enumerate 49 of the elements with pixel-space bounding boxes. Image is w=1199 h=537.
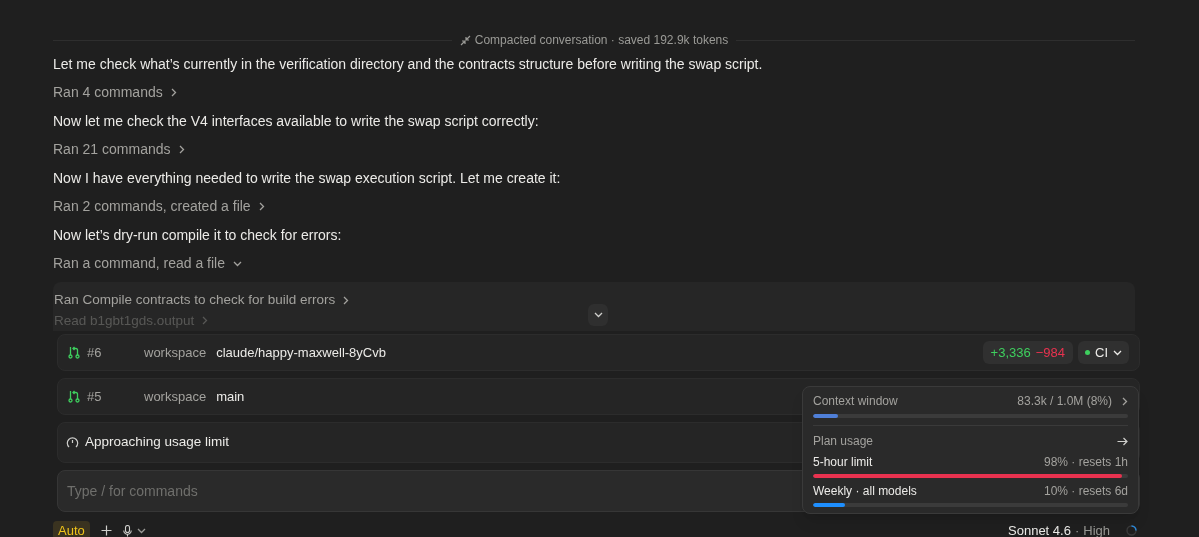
scroll-down-button[interactable] <box>588 304 608 326</box>
context-reading: 83.3k / 1.0M (8%) <box>1017 393 1112 410</box>
chevron-right-icon <box>1122 396 1128 406</box>
tool-summary-link[interactable]: Ran 2 commands, created a file <box>53 192 265 221</box>
compaction-note: Compacted conversation · saved 192.9k tokens <box>474 32 729 49</box>
tool-summary-link[interactable]: Ran 4 commands <box>53 78 177 107</box>
pr-label: workspace <box>144 387 207 406</box>
tool-summary-link[interactable]: Ran a command, read a file <box>53 249 242 278</box>
gauge-icon <box>66 436 79 449</box>
diff-stats: +3,336 −984 <box>982 341 1073 364</box>
pr-label: workspace <box>144 343 207 362</box>
branch-name: main <box>216 387 245 406</box>
pull-request-card[interactable]: #6 workspace claude/happy-maxwell-8yCvb +3,336 −984 CI <box>57 334 1140 371</box>
arrow-right-icon[interactable] <box>1117 436 1128 446</box>
tool-summary-link[interactable]: Ran 21 commands <box>53 135 185 164</box>
chevron-down-icon <box>233 260 242 267</box>
message-text: Now let’s dry-run compile it to check for errors: <box>53 226 343 245</box>
chevron-down-icon <box>136 527 146 534</box>
mode-button[interactable]: Auto <box>53 521 90 537</box>
collapse-arrows-icon <box>459 34 471 46</box>
plan-usage-label: Plan usage <box>813 433 874 450</box>
branch-name: claude/happy-maxwell-8yCvb <box>216 343 386 362</box>
chevron-down-icon <box>593 312 603 318</box>
tool-detail-link[interactable]: Ran Compile contracts to check for build errors <box>54 290 350 311</box>
limit-reading: 10% · resets 6d <box>1043 483 1128 500</box>
microphone-button[interactable] <box>122 524 146 537</box>
limit-label: 5-hour limit <box>813 454 873 471</box>
message-text: Now let me check the V4 interfaces available to write the swap script correctly: <box>53 112 540 131</box>
context-details-button[interactable] <box>1122 396 1128 406</box>
message-text: Let me check what’s currently in the verification directory and the contracts structure before writing the swap script. <box>53 55 764 74</box>
chevron-right-icon <box>258 202 265 211</box>
chevron-right-icon <box>343 295 350 305</box>
pull-request-icon <box>68 346 80 359</box>
pr-number: #6 <box>87 343 103 362</box>
chevron-right-icon <box>178 145 185 154</box>
limit-label: Weekly · all models <box>813 483 917 500</box>
context-label: Context window <box>813 393 898 410</box>
loading-spinner-icon <box>1126 525 1137 537</box>
chevron-right-icon <box>170 88 177 97</box>
ci-status-button[interactable]: CI <box>1078 341 1129 364</box>
limit-reading: 98% · resets 1h <box>1043 454 1128 471</box>
model-selector[interactable]: Sonnet 4.6 · High <box>1008 521 1110 537</box>
message-text: Now I have everything needed to write the swap execution script. Let me create it: <box>53 169 562 188</box>
chevron-right-icon <box>202 316 209 326</box>
pr-number: #5 <box>87 387 103 406</box>
chevron-down-icon <box>1113 349 1122 356</box>
add-button[interactable] <box>99 524 113 537</box>
pull-request-icon <box>68 390 80 403</box>
usage-notice-text: Approaching usage limit <box>85 433 230 452</box>
